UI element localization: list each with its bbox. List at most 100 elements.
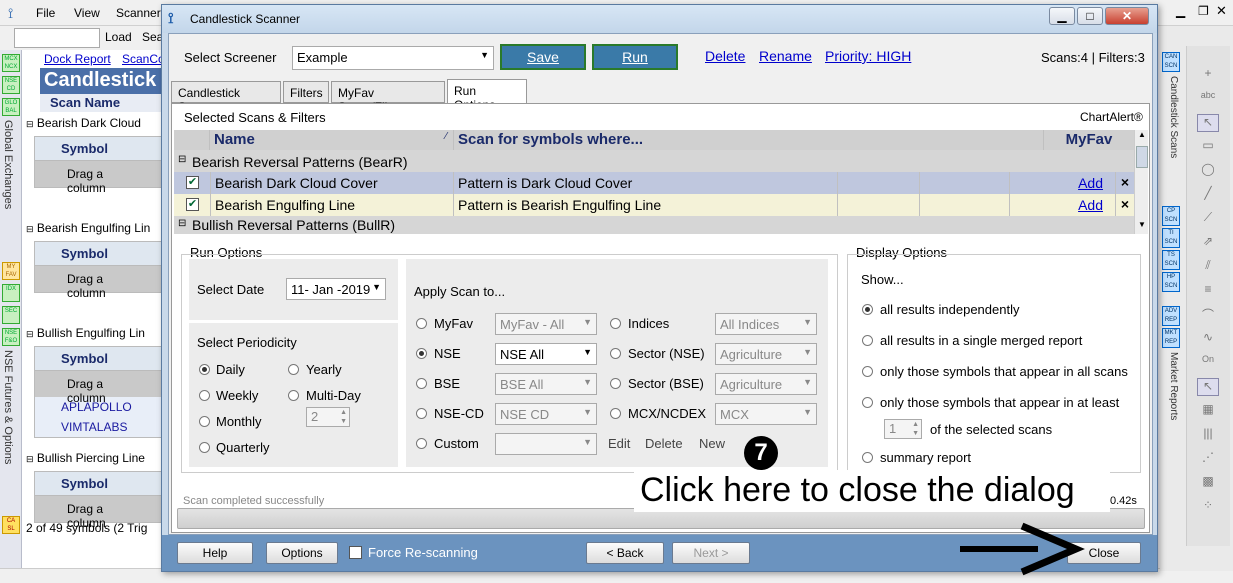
tab-filters[interactable]: Filters	[283, 81, 329, 103]
badge-ts-scn[interactable]: TS SCN	[1162, 250, 1180, 270]
remove-scan-icon[interactable]: ×	[1116, 172, 1134, 194]
badge-mkt-rep[interactable]: MKT REP	[1162, 328, 1180, 348]
multiday-label[interactable]: Multi-Day	[306, 388, 361, 403]
sector-bse-label[interactable]: Sector (BSE)	[628, 376, 704, 391]
tab-myfav[interactable]: MyFav Scans/Filters	[331, 81, 445, 114]
crosshair-tool-icon[interactable]: +	[1197, 66, 1219, 84]
badge-global[interactable]: GLO BAL	[2, 98, 20, 116]
badge-sec[interactable]: SEC	[2, 306, 20, 324]
group-head-2[interactable]: ⊟ Bullish Engulfing Lin	[26, 326, 145, 340]
badge-adv-rep[interactable]: ADV REP	[1162, 306, 1180, 326]
scan-checkbox[interactable]: ✔	[186, 176, 199, 189]
symbol-col-header[interactable]: Symbol	[35, 472, 171, 496]
tab-candlestick-scans[interactable]: Candlestick Scans	[171, 81, 281, 114]
tab-run-options[interactable]: Run Options	[447, 79, 527, 112]
delete-custom-button[interactable]: Delete	[645, 436, 683, 451]
badge-idx[interactable]: IDX	[2, 284, 20, 302]
nsecd-target-label[interactable]: NSE-CD	[434, 406, 484, 421]
custom-select[interactable]: ▼	[495, 433, 597, 455]
line-tool-icon[interactable]: ╱	[1197, 186, 1219, 204]
dock-report-link[interactable]: Dock Report	[44, 52, 111, 66]
candlestick-scans-label[interactable]: Candlestick Scans	[1168, 76, 1179, 158]
daily-radio[interactable]	[199, 364, 210, 375]
next-button[interactable]: Next >	[672, 542, 750, 564]
sector-nse-radio[interactable]	[610, 348, 621, 359]
grid-tool-icon[interactable]: ▦	[1197, 402, 1219, 420]
quarterly-radio[interactable]	[199, 442, 210, 453]
mcx-select[interactable]: MCX ▼	[715, 403, 817, 425]
priority-link[interactable]: Priority: HIGH	[825, 48, 911, 64]
badge-nse-fno[interactable]: NSE F&O	[2, 328, 20, 346]
hatch-tool-icon[interactable]: ▩	[1197, 474, 1219, 492]
multiday-radio[interactable]	[288, 390, 299, 401]
merged-radio[interactable]	[862, 335, 873, 346]
screener-select[interactable]: Example ▼	[292, 46, 494, 70]
badge-cp-scn[interactable]: CP SCN	[1162, 206, 1180, 226]
independent-label[interactable]: all results independently	[880, 302, 1019, 317]
yearly-radio[interactable]	[288, 364, 299, 375]
symbol-col-header[interactable]: Symbol	[35, 242, 171, 266]
bse-select[interactable]: BSE All ▼	[495, 373, 597, 395]
yearly-label[interactable]: Yearly	[306, 362, 342, 377]
scan-name-header[interactable]: Scan Name	[40, 94, 172, 112]
arrow-tool-icon[interactable]: ⇗	[1197, 234, 1219, 252]
add-myfav-link[interactable]: Add	[1010, 194, 1116, 216]
badge-casl[interactable]: CA SL	[2, 516, 20, 534]
stepper-arrows-icon[interactable]: ▲ ▼	[340, 408, 347, 426]
load-button[interactable]: Load	[105, 30, 132, 44]
monthly-radio[interactable]	[199, 416, 210, 427]
ellipse-tool-icon[interactable]: ◯	[1197, 162, 1219, 180]
force-rescan-label[interactable]: Force Re-scanning	[368, 545, 478, 560]
pattern-tool-icon[interactable]: ⋰	[1197, 450, 1219, 468]
menu-file[interactable]: File	[36, 6, 55, 20]
force-rescan-checkbox[interactable]	[349, 546, 362, 559]
sector-nse-select[interactable]: Agriculture ▼	[715, 343, 817, 365]
scroll-up-icon[interactable]: ▲	[1136, 130, 1148, 144]
dialog-maximize-button[interactable]: □	[1077, 7, 1103, 25]
dialog-titlebar[interactable]: ⟟ Candlestick Scanner ▁ □ ✕	[162, 5, 1157, 33]
bars-tool-icon[interactable]: |||	[1197, 426, 1219, 444]
dialog-minimize-button[interactable]: ▁	[1049, 7, 1075, 25]
daily-label[interactable]: Daily	[216, 362, 245, 377]
indices-select[interactable]: All Indices ▼	[715, 313, 817, 335]
global-exchanges-label[interactable]: Global Exchanges	[2, 120, 14, 209]
app-restore-button[interactable]: ❐	[1198, 4, 1209, 18]
help-button[interactable]: Help	[177, 542, 253, 564]
group-head-0[interactable]: ⊟ Bearish Dark Cloud	[26, 116, 141, 130]
sector-bse-radio[interactable]	[610, 378, 621, 389]
col-header-name[interactable]: Name ⁄	[210, 130, 454, 150]
symbol-col-header[interactable]: Symbol	[35, 137, 171, 161]
monthly-label[interactable]: Monthly	[216, 414, 262, 429]
weekly-label[interactable]: Weekly	[216, 388, 258, 403]
menu-scanners[interactable]: Scanners	[116, 6, 167, 20]
collapse-icon[interactable]: ⊟	[178, 218, 186, 229]
app-minimize-button[interactable]: ▁	[1176, 4, 1185, 18]
market-reports-label[interactable]: Market Reports	[1168, 352, 1179, 420]
bse-target-label[interactable]: BSE	[434, 376, 460, 391]
badge-nse-cd[interactable]: NSE CD	[2, 76, 20, 94]
dots-tool-icon[interactable]: ⁘	[1197, 498, 1219, 516]
fib-tool-icon[interactable]: ≡	[1197, 282, 1219, 300]
stepper-arrows-icon[interactable]: ▲ ▼	[912, 420, 919, 438]
weekly-radio[interactable]	[199, 390, 210, 401]
options-button[interactable]: Options	[266, 542, 338, 564]
multiday-stepper[interactable]: 2 ▲ ▼	[306, 407, 350, 427]
text-tool-icon[interactable]: abc	[1197, 90, 1219, 108]
at-least-stepper[interactable]: 1 ▲ ▼	[884, 419, 922, 439]
all-scans-label[interactable]: only those symbols that appear in all sc…	[880, 364, 1128, 379]
mcx-radio[interactable]	[610, 408, 621, 419]
badge-hp-scn[interactable]: HP SCN	[1162, 272, 1180, 292]
cycles-tool-icon[interactable]: ∿	[1197, 330, 1219, 348]
gann-tool-icon[interactable]: ⌒	[1197, 306, 1219, 324]
rename-link[interactable]: Rename	[759, 48, 812, 64]
remove-scan-icon[interactable]: ×	[1116, 194, 1134, 216]
add-myfav-link[interactable]: Add	[1010, 172, 1116, 194]
myfav-radio[interactable]	[416, 318, 427, 329]
rectangle-tool-icon[interactable]: ▭	[1197, 138, 1219, 156]
group-row-bearr[interactable]: ⊟ Bearish Reversal Patterns (BearR)	[174, 151, 1134, 173]
collapse-icon[interactable]: ⊟	[178, 154, 186, 165]
channel-tool-icon[interactable]: ⫽	[1197, 258, 1219, 276]
indices-radio[interactable]	[610, 318, 621, 329]
new-custom-button[interactable]: New	[699, 436, 725, 451]
custom-target-label[interactable]: Custom	[434, 436, 479, 451]
